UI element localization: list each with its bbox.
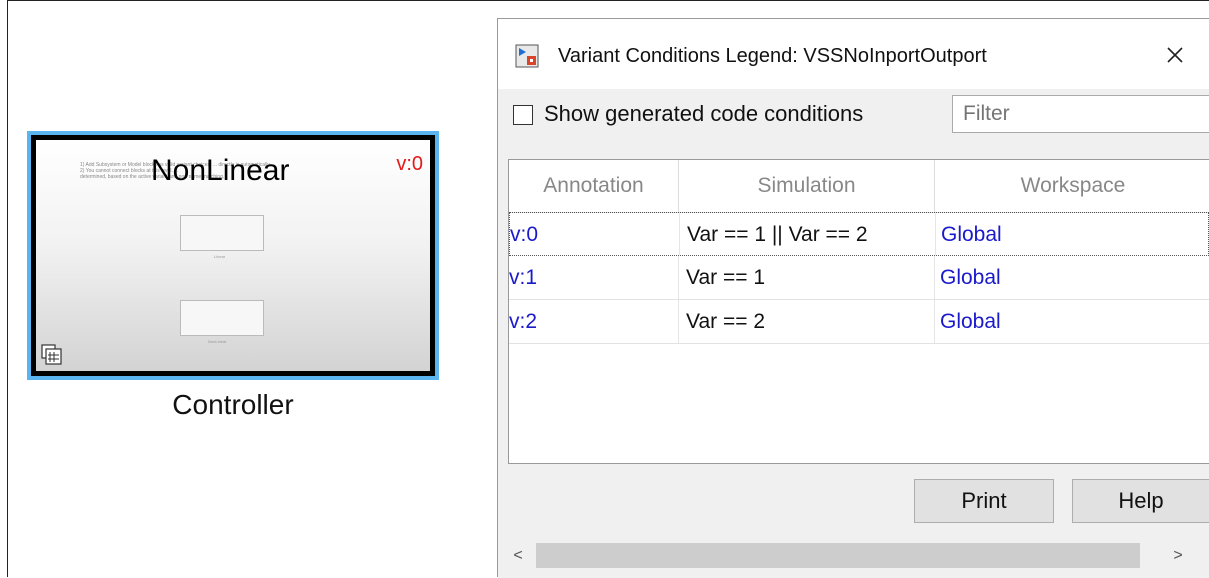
- simulink-app-icon: [515, 44, 539, 68]
- variant-legend-dialog: Variant Conditions Legend: VSSNoInportOu…: [497, 18, 1209, 578]
- scroll-left-arrow-icon[interactable]: <: [508, 544, 528, 568]
- annotation-cell: v:2: [509, 300, 679, 343]
- block-body: 1) Add Subsystem or Model blocks as vali…: [31, 135, 435, 376]
- nonlinear-label: NonLinear: [208, 339, 227, 344]
- title-bar[interactable]: Variant Conditions Legend: VSSNoInportOu…: [498, 19, 1209, 89]
- block-title: NonLinear: [151, 154, 290, 187]
- column-header-annotation[interactable]: Annotation: [509, 160, 679, 212]
- annotation-cell: v:1: [509, 256, 679, 299]
- table-row[interactable]: v:2 Var == 2 Global: [509, 300, 1209, 344]
- scroll-right-arrow-icon[interactable]: >: [1168, 544, 1188, 568]
- block-caption: Controller: [172, 389, 294, 420]
- simulation-cell: Var == 1 || Var == 2: [680, 213, 936, 255]
- help-button[interactable]: Help: [1072, 479, 1209, 523]
- nonlinear-subsystem-thumbnail: [180, 300, 264, 336]
- conditions-table: Annotation Simulation Workspace v:0 Var …: [508, 159, 1209, 464]
- show-generated-code-label[interactable]: Show generated code conditions: [544, 101, 863, 127]
- dialog-title: Variant Conditions Legend: VSSNoInportOu…: [558, 45, 987, 67]
- linear-subsystem-thumbnail: [180, 215, 264, 251]
- column-header-simulation[interactable]: Simulation: [679, 160, 935, 212]
- close-button[interactable]: [1155, 35, 1195, 75]
- table-row[interactable]: v:1 Var == 1 Global: [509, 256, 1209, 300]
- show-generated-code-checkbox[interactable]: [513, 105, 533, 125]
- simulation-cell: Var == 1: [679, 256, 935, 299]
- annotation-cell: v:0: [510, 213, 680, 255]
- toolbar: Show generated code conditions: [498, 89, 1209, 167]
- scrollbar-thumb[interactable]: [536, 543, 1140, 568]
- close-icon: [1167, 47, 1183, 63]
- horizontal-scrollbar[interactable]: < >: [498, 534, 1209, 578]
- table-row[interactable]: v:0 Var == 1 || Var == 2 Global: [509, 212, 1209, 256]
- workspace-cell: Global: [940, 310, 1001, 333]
- canvas-border-left: [7, 0, 8, 577]
- linear-label: Linear: [214, 254, 226, 259]
- controller-subsystem-block[interactable]: 1) Add Subsystem or Model blocks as vali…: [27, 131, 439, 380]
- filter-input[interactable]: [952, 95, 1209, 133]
- column-header-workspace[interactable]: Workspace: [935, 160, 1209, 212]
- canvas-border-top: [7, 0, 1209, 1]
- workspace-cell: Global: [940, 266, 1001, 289]
- workspace-cell: Global: [941, 223, 1002, 246]
- print-button[interactable]: Print: [914, 479, 1054, 523]
- simulation-cell: Var == 2: [679, 300, 935, 343]
- variant-annotation-tag: v:0: [396, 153, 423, 175]
- variant-subsystem-icon: [41, 344, 62, 365]
